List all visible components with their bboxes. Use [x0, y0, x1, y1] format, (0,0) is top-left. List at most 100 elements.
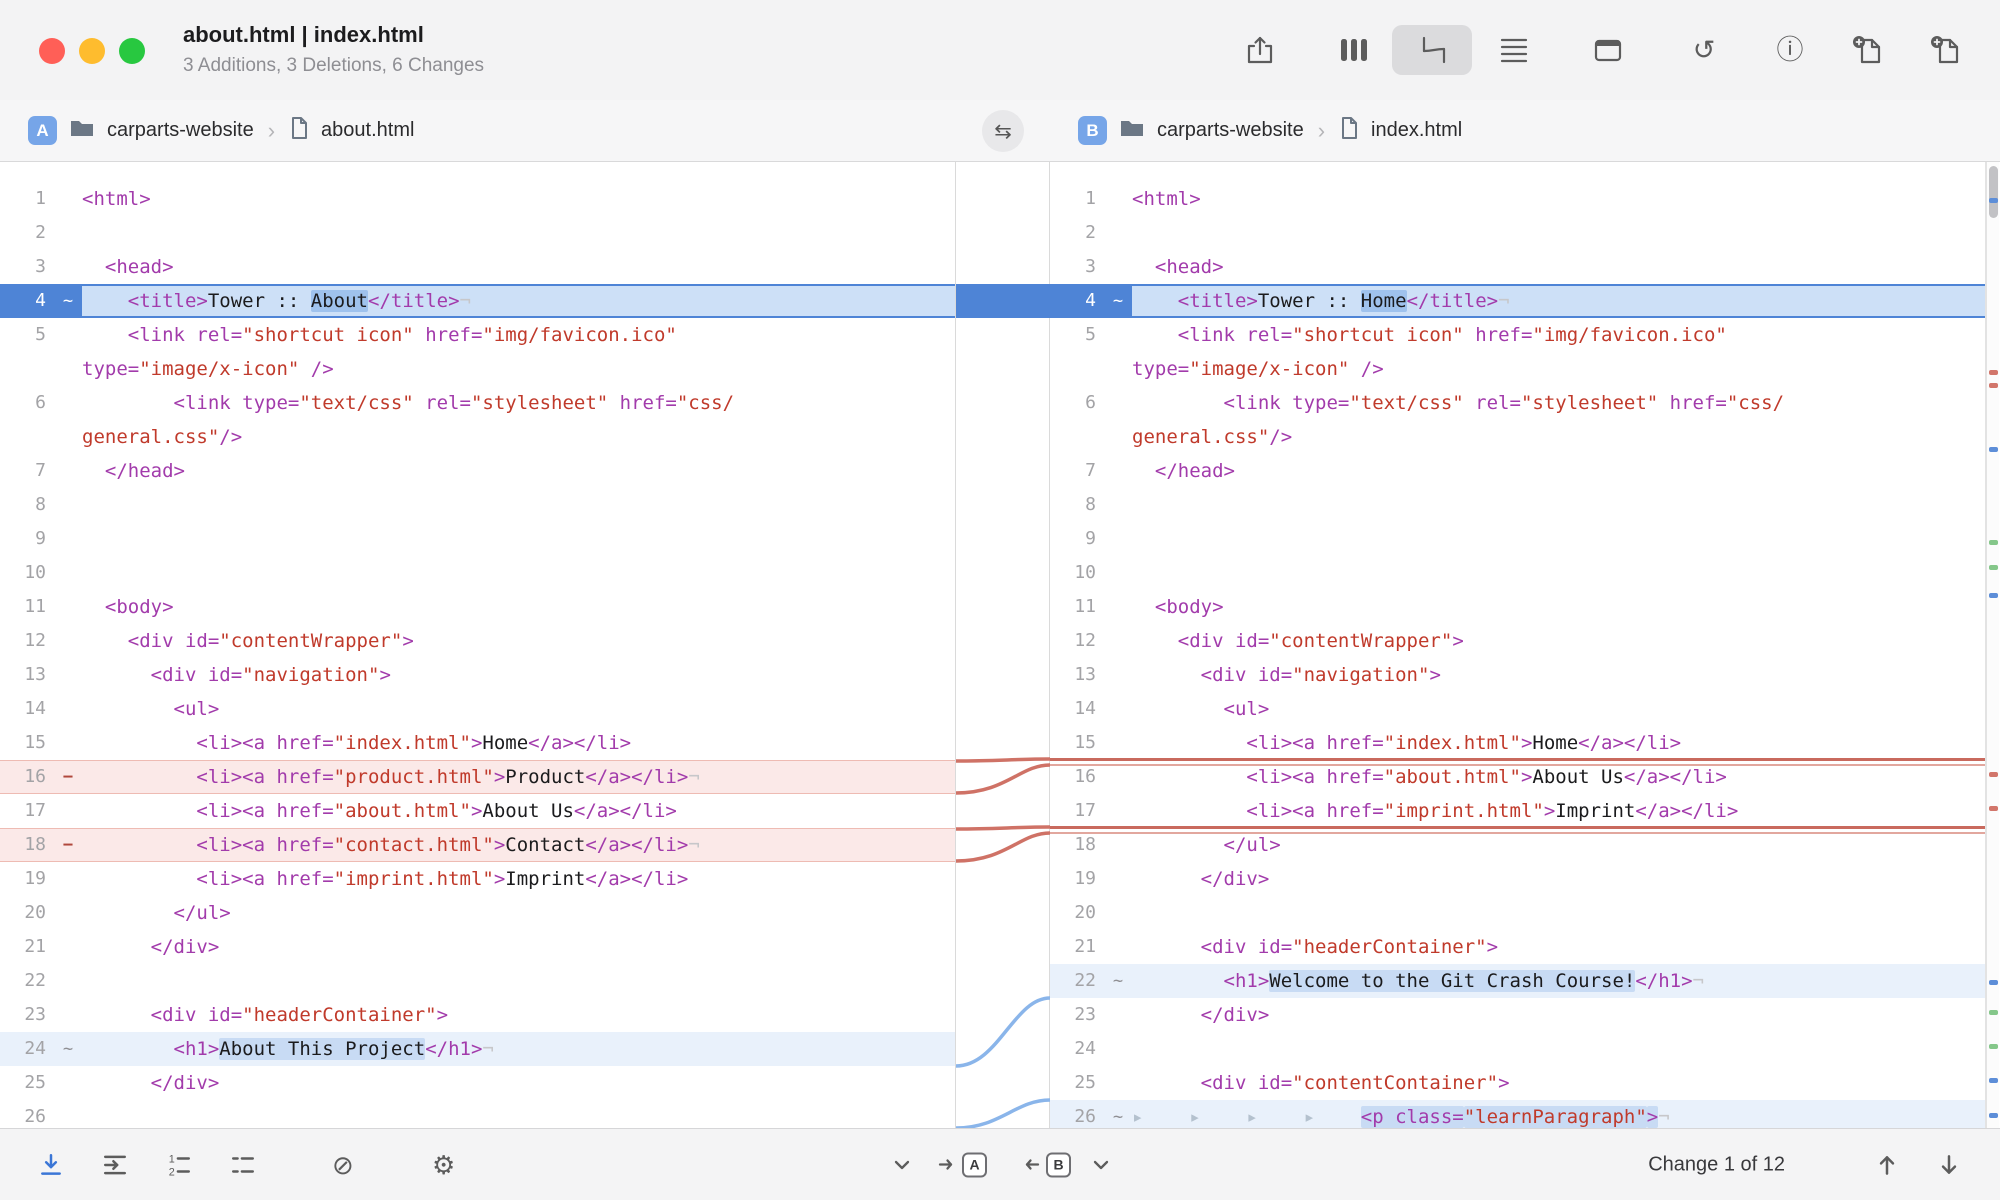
code-row[interactable]: 11 <body>: [0, 590, 955, 624]
code-row[interactable]: 8: [0, 488, 955, 522]
code-row[interactable]: 9: [0, 522, 955, 556]
minimap-tick[interactable]: [1989, 1113, 1998, 1118]
previous-change-button[interactable]: [1874, 1152, 1900, 1178]
history-button[interactable]: ↺: [1682, 28, 1726, 72]
code-row[interactable]: 13 <div id="navigation">: [1050, 658, 1985, 692]
code-row[interactable]: 12 <div id="contentWrapper">: [1050, 624, 1985, 658]
code-row[interactable]: 6 <link type="text/css" rel="stylesheet"…: [1050, 386, 1985, 420]
code-row[interactable]: 22: [0, 964, 955, 998]
minimap-tick[interactable]: [1989, 806, 1998, 811]
code-row[interactable]: 9: [1050, 522, 1985, 556]
code-row[interactable]: 4~ <title>Tower :: Home</title>¬: [1050, 284, 1985, 318]
file-pane-b[interactable]: 1<html>23 <head>4~ <title>Tower :: Home<…: [1050, 162, 1986, 1128]
minimap-tick[interactable]: [1989, 383, 1998, 388]
actions-dropdown-button[interactable]: [1092, 1156, 1110, 1174]
code-row[interactable]: 12 <div id="contentWrapper">: [0, 624, 955, 658]
minimap-tick[interactable]: [1989, 370, 1998, 375]
code-row[interactable]: 23 <div id="headerContainer">: [0, 998, 955, 1032]
close-button[interactable]: [39, 38, 65, 64]
ignore-pattern-button[interactable]: ⊘: [332, 1152, 354, 1178]
code-row[interactable]: 20: [1050, 896, 1985, 930]
minimap-tick[interactable]: [1989, 540, 1998, 545]
minimap-tick[interactable]: [1989, 980, 1998, 985]
code-row[interactable]: 19 </div>: [1050, 862, 1985, 896]
code-row[interactable]: 3 <head>: [0, 250, 955, 284]
minimap-tick[interactable]: [1989, 1010, 1998, 1015]
reader-view-button[interactable]: [1586, 28, 1630, 72]
code-row[interactable]: 6 <link type="text/css" rel="stylesheet"…: [0, 386, 955, 420]
copy-to-b-button[interactable]: B: [1022, 1152, 1071, 1177]
code-row[interactable]: 5 <link rel="shortcut icon" href="img/fa…: [0, 318, 955, 352]
code-row[interactable]: 20 </ul>: [0, 896, 955, 930]
fluid-view-button[interactable]: [1412, 28, 1456, 72]
code-row[interactable]: 21 </div>: [0, 930, 955, 964]
next-change-button[interactable]: [1936, 1152, 1962, 1178]
file-pane-a[interactable]: 1<html>23 <head>4~ <title>Tower :: About…: [0, 162, 956, 1128]
code-row[interactable]: 21 <div id="headerContainer">: [1050, 930, 1985, 964]
breadcrumb-file-a[interactable]: about.html: [321, 119, 414, 142]
minimap-tick[interactable]: [1989, 1078, 1998, 1083]
code-row[interactable]: 18− <li><a href="contact.html">Contact</…: [0, 828, 955, 862]
info-button[interactable]: ⓘ: [1768, 28, 1812, 72]
code-row[interactable]: 7 </head>: [1050, 454, 1985, 488]
jump-to-change-button[interactable]: [38, 1152, 64, 1178]
minimap-tick[interactable]: [1989, 565, 1998, 570]
filter-dropdown-button[interactable]: [893, 1156, 911, 1174]
code-row[interactable]: 8: [1050, 488, 1985, 522]
scrollbar-thumb[interactable]: [1989, 166, 1998, 218]
code-row[interactable]: 15 <li><a href="index.html">Home</a></li…: [0, 726, 955, 760]
code-row[interactable]: 24~ <h1>About This Project</h1>¬: [0, 1032, 955, 1066]
code-row[interactable]: general.css"/>: [0, 420, 955, 454]
code-row[interactable]: 14 <ul>: [1050, 692, 1985, 726]
line-numbers-button[interactable]: 12: [166, 1152, 192, 1178]
share-button[interactable]: [1238, 28, 1282, 72]
code-row[interactable]: 1<html>: [1050, 182, 1985, 216]
minimap-tick[interactable]: [1989, 198, 1998, 203]
code-row[interactable]: 13 <div id="navigation">: [0, 658, 955, 692]
compact-blocks-button[interactable]: [230, 1152, 256, 1178]
minimap-tick[interactable]: [1989, 1044, 1998, 1049]
code-row[interactable]: 25 </div>: [0, 1066, 955, 1100]
breadcrumb-file-b[interactable]: index.html: [1371, 119, 1462, 142]
settings-button[interactable]: ⚙: [432, 1152, 455, 1178]
code-row[interactable]: 3 <head>: [1050, 250, 1985, 284]
code-row[interactable]: 2: [1050, 216, 1985, 250]
code-row[interactable]: 17 <li><a href="imprint.html">Imprint</a…: [1050, 794, 1985, 828]
minimap-tick[interactable]: [1989, 593, 1998, 598]
wrap-lines-button[interactable]: [102, 1152, 128, 1178]
swap-files-button[interactable]: ⇆: [982, 110, 1024, 152]
code-row[interactable]: 7 </head>: [0, 454, 955, 488]
minimap-tick[interactable]: [1989, 772, 1998, 777]
minimap[interactable]: [1986, 162, 1999, 1128]
code-row[interactable]: 16− <li><a href="product.html">Product</…: [0, 760, 955, 794]
breadcrumb-folder-a[interactable]: carparts-website: [107, 119, 254, 142]
code-row[interactable]: 10: [0, 556, 955, 590]
code-row[interactable]: 17 <li><a href="about.html">About Us</a>…: [0, 794, 955, 828]
code-row[interactable]: 1<html>: [0, 182, 955, 216]
copy-to-a-button[interactable]: A: [938, 1152, 987, 1177]
code-row[interactable]: 14 <ul>: [0, 692, 955, 726]
minimap-tick[interactable]: [1989, 447, 1998, 452]
code-row[interactable]: 4~ <title>Tower :: About</title>¬: [0, 284, 955, 318]
code-row[interactable]: 24: [1050, 1032, 1985, 1066]
unified-view-button[interactable]: [1492, 28, 1536, 72]
minimize-button[interactable]: [79, 38, 105, 64]
zoom-button[interactable]: [119, 38, 145, 64]
new-comparison-a-button[interactable]: [1846, 28, 1890, 72]
code-row[interactable]: 26~▸ ▸ ▸ ▸ <p class="learnParagraph">¬: [1050, 1100, 1985, 1128]
code-row[interactable]: 11 <body>: [1050, 590, 1985, 624]
code-row[interactable]: 2: [0, 216, 955, 250]
new-comparison-b-button[interactable]: [1924, 28, 1968, 72]
code-row[interactable]: 15 <li><a href="index.html">Home</a></li…: [1050, 726, 1985, 760]
code-row[interactable]: type="image/x-icon" />: [0, 352, 955, 386]
code-row[interactable]: 23 </div>: [1050, 998, 1985, 1032]
code-row[interactable]: 26: [0, 1100, 955, 1128]
breadcrumb-folder-b[interactable]: carparts-website: [1157, 119, 1304, 142]
code-row[interactable]: type="image/x-icon" />: [1050, 352, 1985, 386]
code-row[interactable]: 5 <link rel="shortcut icon" href="img/fa…: [1050, 318, 1985, 352]
code-row[interactable]: general.css"/>: [1050, 420, 1985, 454]
code-row[interactable]: 25 <div id="contentContainer">: [1050, 1066, 1985, 1100]
code-row[interactable]: 19 <li><a href="imprint.html">Imprint</a…: [0, 862, 955, 896]
code-row[interactable]: 22~ <h1>Welcome to the Git Crash Course!…: [1050, 964, 1985, 998]
code-row[interactable]: 10: [1050, 556, 1985, 590]
